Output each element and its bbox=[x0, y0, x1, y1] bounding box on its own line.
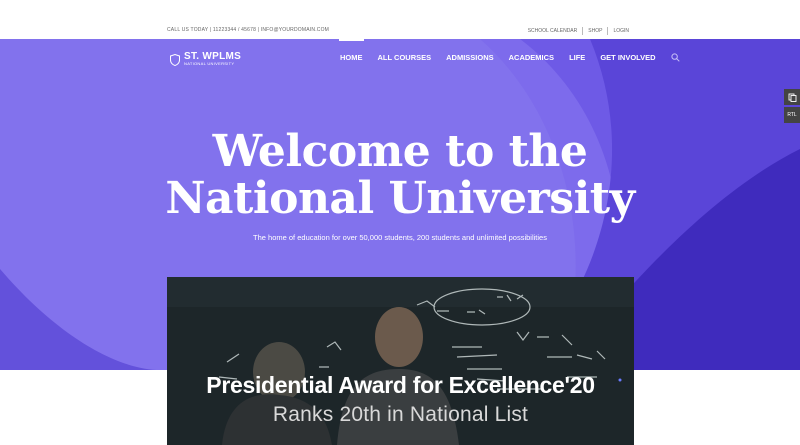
main-nav: HOME ALL COURSES ADMISSIONS ACADEMICS LI… bbox=[339, 39, 680, 62]
copy-icon[interactable] bbox=[784, 89, 800, 105]
nav-get-involved[interactable]: GET INVOLVED bbox=[600, 53, 655, 62]
shop-link[interactable]: SHOP bbox=[583, 28, 607, 34]
logo-name: ST. WPLMS bbox=[184, 51, 242, 62]
headline-line-2: National University bbox=[165, 173, 635, 224]
headline-line-1: Welcome to the bbox=[212, 126, 588, 177]
top-links: SCHOOL CALENDAR SHOP LOGIN bbox=[523, 27, 634, 35]
rank-subtitle: Ranks 20th in National List bbox=[272, 403, 529, 426]
login-link[interactable]: LOGIN bbox=[608, 28, 634, 34]
nav-admissions[interactable]: ADMISSIONS bbox=[446, 53, 494, 62]
nav-all-courses[interactable]: ALL COURSES bbox=[378, 53, 432, 62]
logo-subtitle: NATIONAL UNIVERSITY bbox=[184, 61, 235, 66]
top-bar: CALL US TODAY | 11223344 / 45678 | INFO@… bbox=[0, 0, 800, 39]
award-title: Presidential Award for Excellence'20 bbox=[206, 372, 595, 398]
contact-info: CALL US TODAY | 11223344 / 45678 | INFO@… bbox=[167, 27, 330, 33]
nav-home[interactable]: HOME bbox=[339, 39, 363, 62]
search-icon[interactable] bbox=[671, 53, 680, 62]
featured-video-card[interactable]: Presidential Award for Excellence'20 Ran… bbox=[167, 277, 634, 445]
hero-tagline: The home of education for over 50,000 st… bbox=[253, 233, 547, 242]
copy-glyph bbox=[788, 93, 796, 102]
rtl-toggle[interactable]: RTL bbox=[784, 107, 800, 123]
nav-life[interactable]: LIFE bbox=[569, 53, 585, 62]
nav-academics[interactable]: ACADEMICS bbox=[509, 53, 554, 62]
hero-headline: Welcome to the National University bbox=[0, 128, 800, 222]
shield-icon bbox=[170, 53, 180, 66]
school-calendar-link[interactable]: SCHOOL CALENDAR bbox=[523, 28, 583, 34]
site-logo[interactable]: ST. WPLMS NATIONAL UNIVERSITY bbox=[170, 52, 241, 67]
